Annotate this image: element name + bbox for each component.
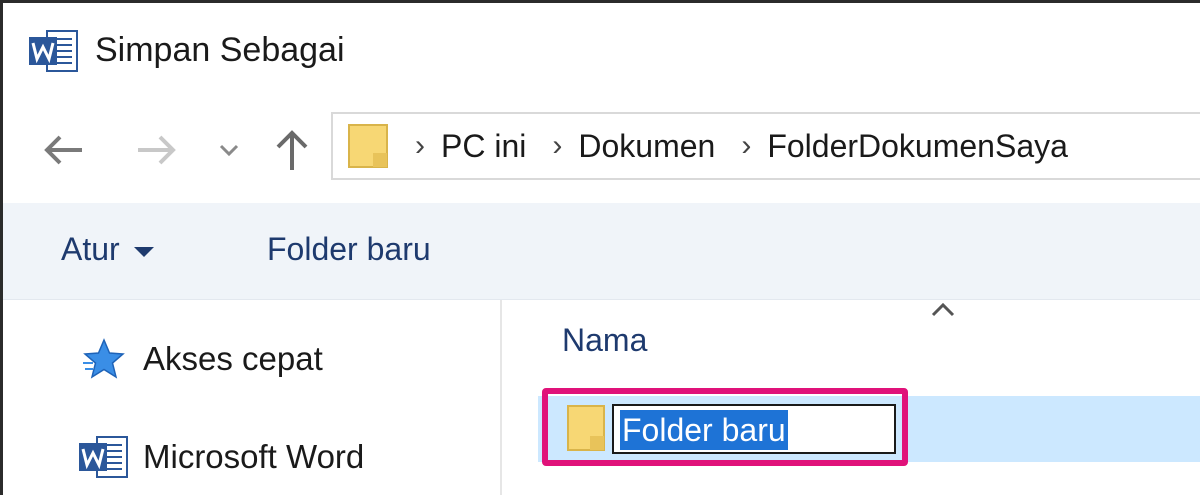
word-icon: [29, 30, 78, 72]
nav-item-quick-access[interactable]: Akses cepat: [79, 336, 323, 382]
breadcrumb-documents[interactable]: Dokumen: [578, 128, 715, 165]
command-bar: Atur Folder baru: [3, 203, 1200, 300]
organize-label: Atur: [61, 231, 120, 267]
dropdown-caret-icon: [133, 246, 154, 257]
forward-button[interactable]: [131, 122, 181, 178]
breadcrumb-separator: ›: [415, 129, 425, 162]
arrow-left-icon: [44, 135, 82, 165]
arrow-right-icon: [138, 135, 176, 165]
recent-locations-button[interactable]: [213, 122, 245, 178]
word-icon: [79, 434, 129, 480]
organize-button[interactable]: Atur: [61, 231, 154, 268]
nav-item-microsoft-word[interactable]: Microsoft Word: [79, 434, 364, 480]
navigation-bar: › PC ini › Dokumen › FolderDokumenSaya: [3, 98, 1200, 203]
title-bar: Simpan Sebagai: [3, 3, 1200, 98]
rename-selected-text: Folder baru: [620, 410, 788, 450]
navigation-pane: Akses cepat Microsoft Word: [3, 300, 502, 495]
breadcrumb-pc[interactable]: PC ini: [441, 128, 526, 165]
star-icon: [79, 336, 129, 382]
new-folder-button[interactable]: Folder baru: [267, 231, 431, 268]
save-as-dialog: Simpan Sebagai › PC ini › Dokumen › Fold…: [0, 0, 1200, 495]
column-header-name[interactable]: Nama: [562, 322, 647, 359]
file-list: Nama Folder baru: [502, 300, 1200, 495]
breadcrumb-separator[interactable]: ›: [552, 131, 562, 161]
rename-input[interactable]: Folder baru: [612, 404, 896, 454]
nav-item-label: Microsoft Word: [143, 438, 365, 475]
folder-icon: [567, 405, 605, 451]
address-bar[interactable]: › PC ini › Dokumen › FolderDokumenSaya: [331, 112, 1200, 180]
up-button[interactable]: [267, 122, 317, 178]
back-button[interactable]: [39, 122, 89, 178]
folder-icon: [348, 124, 388, 168]
arrow-up-icon: [276, 130, 308, 170]
nav-item-label: Akses cepat: [143, 340, 323, 377]
breadcrumb-separator[interactable]: ›: [741, 131, 751, 161]
window-title: Simpan Sebagai: [95, 31, 345, 69]
chevron-down-icon: [219, 144, 239, 157]
breadcrumb-myfolder[interactable]: FolderDokumenSaya: [767, 128, 1068, 165]
sort-ascending-icon: [931, 302, 955, 317]
